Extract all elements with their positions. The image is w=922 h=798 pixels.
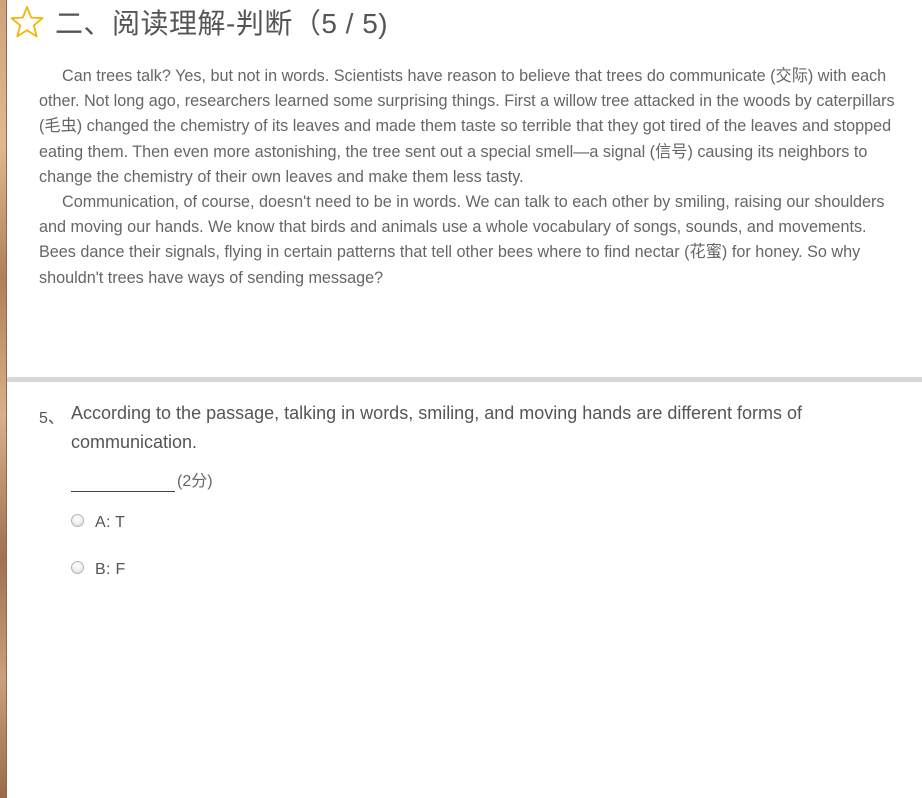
section-title: 二、阅读理解-判断（5 / 5)	[55, 8, 389, 39]
star-outline-icon[interactable]	[9, 4, 45, 40]
option-a-label[interactable]: A: T	[95, 514, 125, 532]
option-a-radio[interactable]	[71, 513, 84, 527]
question-number: 5、	[39, 410, 64, 427]
passage-paragraph: Communication, of course, doesn't need t…	[39, 193, 885, 287]
answer-blank-row: (2分)	[71, 468, 869, 492]
answer-blank	[71, 471, 175, 492]
option-a[interactable]: A: T	[71, 513, 125, 532]
passage-paragraph: Can trees talk? Yes, but not in words. S…	[39, 67, 895, 186]
question-text: According to the passage, talking in wor…	[71, 403, 803, 452]
section-divider	[7, 377, 922, 382]
section-header: 二、阅读理解-判断（5 / 5)	[9, 0, 388, 44]
option-b-label[interactable]: B: F	[95, 561, 126, 579]
question-score: (2分)	[177, 473, 213, 490]
option-b[interactable]: B: F	[71, 560, 126, 579]
quiz-page: 二、阅读理解-判断（5 / 5) Can trees talk? Yes, bu…	[7, 0, 922, 798]
option-b-radio[interactable]	[71, 560, 84, 574]
left-background-strip	[0, 0, 7, 798]
reading-passage: Can trees talk? Yes, but not in words. S…	[39, 64, 899, 291]
question-block: 5、 According to the passage, talking in …	[39, 399, 869, 492]
